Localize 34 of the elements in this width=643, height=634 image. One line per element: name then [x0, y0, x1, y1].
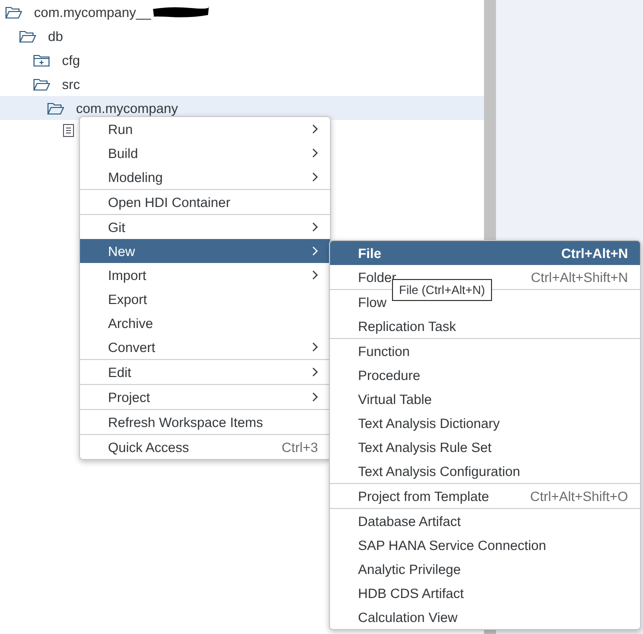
menu-item[interactable]: Calculation View	[330, 605, 640, 629]
menu-item[interactable]: Procedure	[330, 363, 640, 387]
menu-item[interactable]: Database Artifact	[330, 509, 640, 533]
menu-item[interactable]: Replication Task	[330, 314, 640, 338]
menu-item[interactable]: SAP HANA Service Connection	[330, 533, 640, 557]
menu-item[interactable]: Project from Template Ctrl+Alt+Shift+O	[330, 484, 640, 508]
open-folder-icon	[5, 6, 22, 18]
tree-item-label[interactable]: db	[48, 28, 64, 44]
folder-plus-icon	[33, 54, 50, 66]
menu-item[interactable]: Text Analysis Dictionary	[330, 411, 640, 435]
menu-item[interactable]: Build	[80, 141, 330, 165]
menu-item[interactable]: Open HDI Container	[80, 190, 330, 214]
menu-item[interactable]: Quick Access Ctrl+3	[80, 435, 330, 459]
document-icon	[63, 124, 74, 137]
selected-tree-row[interactable]: com.mycompany	[0, 96, 484, 120]
menu-item[interactable]: Function	[330, 339, 640, 363]
menu-item[interactable]: HDB CDS Artifact	[330, 581, 640, 605]
open-folder-icon	[33, 78, 50, 90]
tree-item-label[interactable]: cfg	[62, 52, 80, 68]
menu-item[interactable]: File Ctrl+Alt+N	[330, 241, 640, 265]
menu-item[interactable]: Git	[80, 215, 330, 239]
menu-item[interactable]: Text Analysis Rule Set	[330, 435, 640, 459]
open-folder-icon	[47, 102, 64, 114]
menu-item[interactable]: Modeling	[80, 165, 330, 189]
menu-item[interactable]: Virtual Table	[330, 387, 640, 411]
tree-item-label[interactable]: src	[62, 76, 80, 92]
menu-item[interactable]: New	[80, 239, 330, 263]
menu-item[interactable]: Text Analysis Configuration	[330, 459, 640, 483]
menu-item[interactable]: Analytic Privilege	[330, 557, 640, 581]
open-folder-icon	[19, 30, 36, 42]
tree-item-label[interactable]: com.mycompany	[76, 100, 178, 116]
tooltip: File (Ctrl+Alt+N)	[392, 279, 492, 301]
menu-item[interactable]: Run	[80, 117, 330, 141]
tree-item-label[interactable]: com.mycompany__	[34, 4, 152, 20]
